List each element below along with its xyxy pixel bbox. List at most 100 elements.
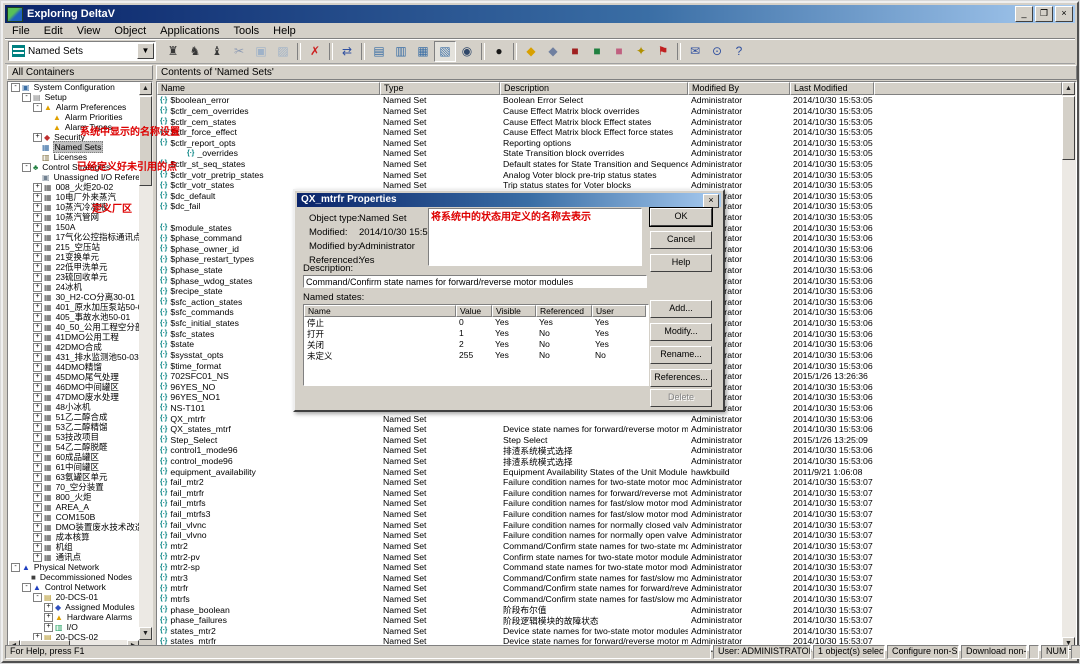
- security-key-icon[interactable]: ✦: [630, 41, 652, 62]
- tree-item-20-dcs-02[interactable]: +▤20-DCS-02: [8, 632, 139, 640]
- list-view-icon[interactable]: ▦: [412, 41, 434, 62]
- menu-edit[interactable]: Edit: [37, 24, 70, 38]
- expand-icon[interactable]: +: [33, 193, 42, 202]
- dialog-close-icon[interactable]: ×: [703, 194, 719, 208]
- expand-icon[interactable]: +: [33, 373, 42, 382]
- scroll-up-icon[interactable]: ▲: [1062, 82, 1075, 95]
- named-state-row[interactable]: 停止0YesYesYes: [304, 317, 648, 328]
- paste-icon[interactable]: ▨: [272, 41, 294, 62]
- expand-icon[interactable]: +: [33, 483, 42, 492]
- rename-button[interactable]: Rename...: [650, 346, 712, 364]
- tree-item-alarm-preferences[interactable]: -▲Alarm Preferences: [8, 102, 139, 112]
- column-header-description[interactable]: Description: [500, 82, 688, 95]
- expand-icon[interactable]: +: [33, 413, 42, 422]
- delete-icon[interactable]: ✗: [304, 41, 326, 62]
- user-manager-icon[interactable]: ●: [488, 41, 510, 62]
- explorer-hierarchy-icon[interactable]: ♜: [162, 41, 184, 62]
- tree-item-assigned-modules[interactable]: +◆Assigned Modules: [8, 602, 139, 612]
- collapse-icon[interactable]: -: [11, 563, 20, 572]
- minimize-button[interactable]: _: [1015, 6, 1033, 22]
- table-row[interactable]: {∙}fail_mtrfrNamed SetFailure condition …: [157, 488, 1062, 499]
- expand-icon[interactable]: +: [33, 353, 42, 362]
- menu-applications[interactable]: Applications: [153, 24, 226, 38]
- expand-icon[interactable]: +: [33, 463, 42, 472]
- tree-item--[interactable]: +▦通讯点: [8, 552, 139, 562]
- expand-icon[interactable]: +: [33, 213, 42, 222]
- menu-view[interactable]: View: [70, 24, 108, 38]
- tree-item-800-[interactable]: +▦800_火炬: [8, 492, 139, 502]
- copy-icon[interactable]: ▣: [250, 41, 272, 62]
- tree-item-i-o[interactable]: +▥I/O: [8, 622, 139, 632]
- menu-tools[interactable]: Tools: [226, 24, 266, 38]
- menu-file[interactable]: File: [5, 24, 37, 38]
- named-state-row[interactable]: 未定义255YesNoNo: [304, 350, 648, 361]
- expand-icon[interactable]: +: [33, 333, 42, 342]
- table-row[interactable]: {∙}mtrfrNamed SetCommand/Confirm state n…: [157, 583, 1062, 594]
- collapse-icon[interactable]: -: [11, 83, 20, 92]
- history-icon[interactable]: ⊙: [706, 41, 728, 62]
- expand-icon[interactable]: +: [33, 533, 42, 542]
- large-icons-view-icon[interactable]: ▤: [368, 41, 390, 62]
- table-row[interactable]: {∙}$ctlr_cem_overridesNamed SetCause Eff…: [157, 106, 1062, 117]
- object-type-combobox[interactable]: Named Sets ▼: [8, 41, 156, 61]
- collapse-icon[interactable]: -: [33, 593, 42, 602]
- expand-icon[interactable]: +: [33, 543, 42, 552]
- expand-icon[interactable]: +: [33, 283, 42, 292]
- title-bar[interactable]: Exploring DeltaV _ ❐ ×: [5, 5, 1075, 23]
- configuration-book-icon[interactable]: ■: [564, 41, 586, 62]
- table-row[interactable]: {∙}$ctlr_st_seq_statesNamed SetDefault s…: [157, 159, 1062, 170]
- table-row[interactable]: {∙}QX_states_mtrfNamed SetDevice state n…: [157, 424, 1062, 435]
- named-state-row[interactable]: 关闭2YesNoYes: [304, 339, 648, 350]
- download-icon[interactable]: ◆: [520, 41, 542, 62]
- table-row[interactable]: {∙}$ctlr_votr_pretrip_statesNamed SetAna…: [157, 169, 1062, 180]
- table-row[interactable]: {∙}$boolean_errorNamed SetBoolean Error …: [157, 95, 1062, 106]
- expand-icon[interactable]: +: [33, 133, 42, 142]
- table-row[interactable]: {∙}control_mode96Named Set排渣系统模式选择Admini…: [157, 456, 1062, 467]
- collapse-icon[interactable]: -: [22, 93, 31, 102]
- column-header-type[interactable]: Type: [380, 82, 500, 95]
- module-library-icon[interactable]: ■: [586, 41, 608, 62]
- table-row[interactable]: {∙}fail_mtrfs3Named SetFailure condition…: [157, 509, 1062, 520]
- table-row[interactable]: {∙}mtr2Named SetCommand/Confirm state na…: [157, 541, 1062, 552]
- named-state-row[interactable]: 打开1YesNoYes: [304, 328, 648, 339]
- explorer-objects-icon[interactable]: ♞: [184, 41, 206, 62]
- column-header-last-modified[interactable]: Last Modified: [790, 82, 874, 95]
- expand-icon[interactable]: +: [33, 363, 42, 372]
- expand-icon[interactable]: +: [33, 323, 42, 332]
- tree-item-control-network[interactable]: -▲Control Network: [8, 582, 139, 592]
- expand-icon[interactable]: +: [33, 433, 42, 442]
- table-row[interactable]: {∙}$ctlr_report_optsNamed SetReporting o…: [157, 137, 1062, 148]
- expand-icon[interactable]: +: [33, 263, 42, 272]
- expand-icon[interactable]: +: [44, 623, 53, 632]
- expand-icon[interactable]: +: [33, 503, 42, 512]
- expand-icon[interactable]: +: [33, 293, 42, 302]
- tree-item-named-sets[interactable]: ▦Named Sets: [8, 142, 139, 152]
- expand-icon[interactable]: +: [33, 403, 42, 412]
- collapse-icon[interactable]: -: [33, 103, 42, 112]
- menu-help[interactable]: Help: [266, 24, 303, 38]
- upload-icon[interactable]: ◆: [542, 41, 564, 62]
- modify-button[interactable]: Modify...: [650, 323, 712, 341]
- table-row[interactable]: {∙}fail_vlvnoNamed SetFailure condition …: [157, 530, 1062, 541]
- states-column-referenced[interactable]: Referenced: [536, 305, 592, 317]
- named-states-table[interactable]: NameValueVisibleReferencedUser Selectabl…: [303, 304, 649, 386]
- menu-object[interactable]: Object: [107, 24, 153, 38]
- expand-icon[interactable]: +: [33, 393, 42, 402]
- table-row[interactable]: {∙}QX_mtrfrNamed SetAdministrator2014/10…: [157, 413, 1062, 424]
- column-header-blank[interactable]: [874, 82, 1062, 95]
- expand-icon[interactable]: +: [33, 303, 42, 312]
- column-header-modified-by[interactable]: Modified By: [688, 82, 790, 95]
- tag-icon[interactable]: ■: [608, 41, 630, 62]
- expand-icon[interactable]: +: [33, 633, 42, 641]
- explorer-modules-icon[interactable]: ♝: [206, 41, 228, 62]
- references-button[interactable]: References...: [650, 369, 712, 387]
- expand-icon[interactable]: +: [33, 183, 42, 192]
- collapse-icon[interactable]: -: [22, 163, 31, 172]
- tree-item-hardware-alarms[interactable]: +▲Hardware Alarms: [8, 612, 139, 622]
- tree-item-alarm-priorities[interactable]: ▲Alarm Priorities: [8, 112, 139, 122]
- expand-icon[interactable]: +: [33, 453, 42, 462]
- flag-icon[interactable]: ⚑: [652, 41, 674, 62]
- expand-icon[interactable]: +: [33, 343, 42, 352]
- tree-item-setup[interactable]: -▤Setup: [8, 92, 139, 102]
- states-column-visible[interactable]: Visible: [492, 305, 536, 317]
